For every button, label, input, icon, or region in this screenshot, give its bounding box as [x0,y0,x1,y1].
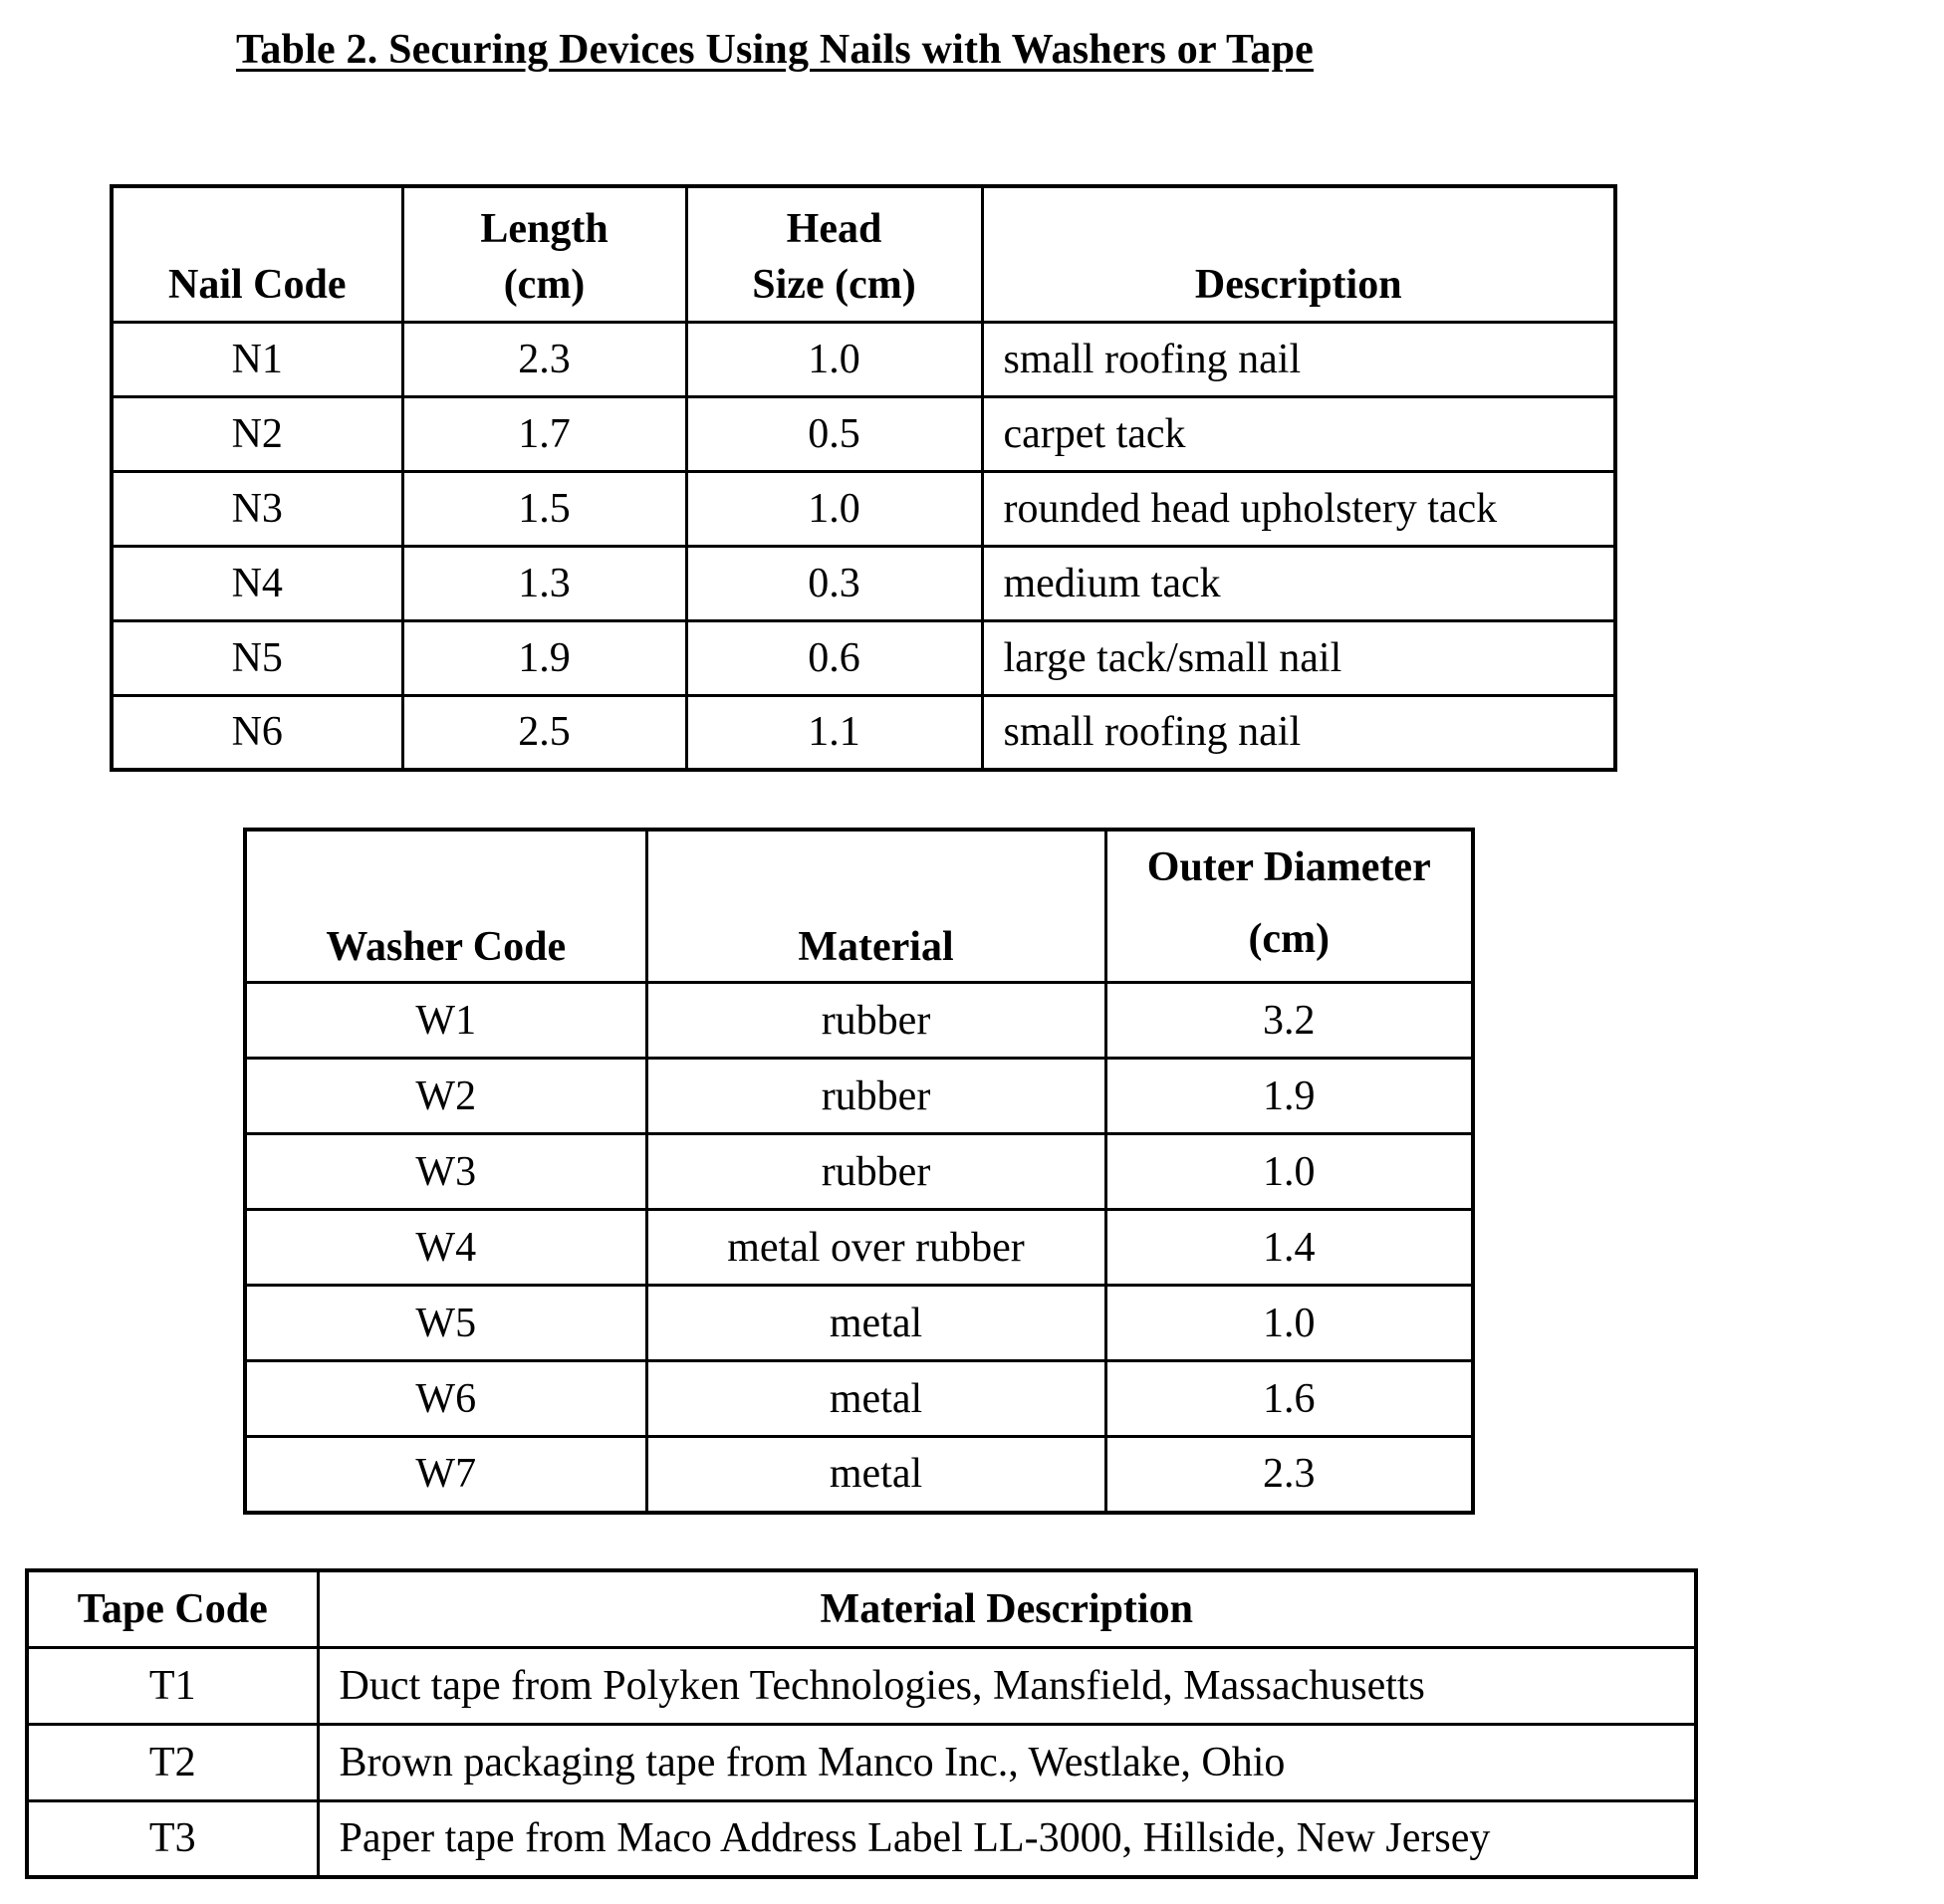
document-title: Table 2. Securing Devices Using Nails wi… [236,27,1314,73]
nail-table: Nail Code Length (cm) Head Size (cm) Des… [110,184,1617,772]
outer-diameter-cell: 1.0 [1103,1132,1475,1211]
description-cell: rounded head upholstery tack [980,469,1617,548]
material-description-cell: Duct tape from Polyken Technologies, Man… [316,1645,1698,1726]
table-row: N3 1.5 1.0 rounded head upholstery tack [110,469,1617,548]
washer-code-cell: W3 [243,1132,648,1211]
description-cell: carpet tack [980,394,1617,473]
washer-code-cell: W5 [243,1284,648,1362]
tape-code-header: Tape Code [25,1568,320,1649]
material-cell: rubber [644,1132,1107,1211]
description-cell: medium tack [980,544,1617,622]
nail-code-header: Nail Code [110,184,404,324]
washer-code-cell: W6 [243,1359,648,1438]
material-cell: metal over rubber [644,1208,1107,1287]
head-size-header-line2: Size (cm) [752,261,916,308]
material-header: Material [644,828,1107,984]
nail-code-cell: N3 [110,469,404,548]
tape-code-cell: T3 [25,1798,320,1879]
table-row: W3 rubber 1.0 [243,1132,1475,1211]
washer-table-header-row: Washer Code Material Outer Diameter (cm) [243,828,1475,984]
length-cell: 1.3 [400,544,688,622]
table-row: N5 1.9 0.6 large tack/small nail [110,618,1617,697]
tape-table-header-row: Tape Code Material Description [25,1568,1698,1649]
table-row: W5 metal 1.0 [243,1284,1475,1362]
nail-code-cell: N6 [110,693,404,772]
outer-diameter-cell: 1.6 [1103,1359,1475,1438]
nail-code-cell: N1 [110,320,404,398]
table-row: N2 1.7 0.5 carpet tack [110,394,1617,473]
length-cell: 1.7 [400,394,688,473]
material-cell: metal [644,1359,1107,1438]
length-cell: 2.3 [400,320,688,398]
material-description-header: Material Description [316,1568,1698,1649]
nail-table-header-row: Nail Code Length (cm) Head Size (cm) Des… [110,184,1617,324]
washer-code-cell: W7 [243,1435,648,1514]
nail-code-cell: N2 [110,394,404,473]
length-cell: 2.5 [400,693,688,772]
outer-diameter-header-line2: (cm) [1248,916,1331,962]
length-header-line2: (cm) [503,261,586,308]
outer-diameter-header: Outer Diameter (cm) [1103,828,1475,984]
tape-table: Tape Code Material Description T1 Duct t… [25,1568,1698,1879]
table-row: W4 metal over rubber 1.4 [243,1208,1475,1287]
table-row: W7 metal 2.3 [243,1435,1475,1514]
nail-code-cell: N5 [110,618,404,697]
description-cell: small roofing nail [980,693,1617,772]
length-header: Length (cm) [400,184,688,324]
material-cell: metal [644,1435,1107,1514]
table-row: W6 metal 1.6 [243,1359,1475,1438]
washer-code-header: Washer Code [243,828,648,984]
head-size-cell: 0.5 [684,394,984,473]
material-cell: metal [644,1284,1107,1362]
material-cell: rubber [644,981,1107,1060]
length-cell: 1.9 [400,618,688,697]
nail-code-cell: N4 [110,544,404,622]
outer-diameter-cell: 1.0 [1103,1284,1475,1362]
washer-code-cell: W4 [243,1208,648,1287]
head-size-cell: 0.3 [684,544,984,622]
material-cell: rubber [644,1057,1107,1135]
outer-diameter-cell: 3.2 [1103,981,1475,1060]
head-size-cell: 0.6 [684,618,984,697]
table-row: W2 rubber 1.9 [243,1057,1475,1135]
material-description-cell: Brown packaging tape from Manco Inc., We… [316,1722,1698,1802]
material-description-cell: Paper tape from Maco Address Label LL-30… [316,1798,1698,1879]
table-row: N1 2.3 1.0 small roofing nail [110,320,1617,398]
head-size-header-line1: Head [786,205,882,252]
table-row: T2 Brown packaging tape from Manco Inc.,… [25,1722,1698,1802]
tape-code-cell: T2 [25,1722,320,1802]
head-size-cell: 1.0 [684,320,984,398]
washer-code-cell: W1 [243,981,648,1060]
description-cell: large tack/small nail [980,618,1617,697]
outer-diameter-cell: 1.9 [1103,1057,1475,1135]
length-cell: 1.5 [400,469,688,548]
outer-diameter-cell: 1.4 [1103,1208,1475,1287]
description-cell: small roofing nail [980,320,1617,398]
length-header-line1: Length [480,205,608,252]
table-row: N4 1.3 0.3 medium tack [110,544,1617,622]
head-size-cell: 1.1 [684,693,984,772]
table-row: T3 Paper tape from Maco Address Label LL… [25,1798,1698,1879]
outer-diameter-header-line1: Outer Diameter [1146,844,1431,890]
table-row: N6 2.5 1.1 small roofing nail [110,693,1617,772]
washer-code-cell: W2 [243,1057,648,1135]
head-size-header: Head Size (cm) [684,184,984,324]
outer-diameter-cell: 2.3 [1103,1435,1475,1514]
description-header: Description [980,184,1617,324]
head-size-cell: 1.0 [684,469,984,548]
table-row: T1 Duct tape from Polyken Technologies, … [25,1645,1698,1726]
table-row: W1 rubber 3.2 [243,981,1475,1060]
tape-code-cell: T1 [25,1645,320,1726]
washer-table: Washer Code Material Outer Diameter (cm)… [243,828,1475,1515]
